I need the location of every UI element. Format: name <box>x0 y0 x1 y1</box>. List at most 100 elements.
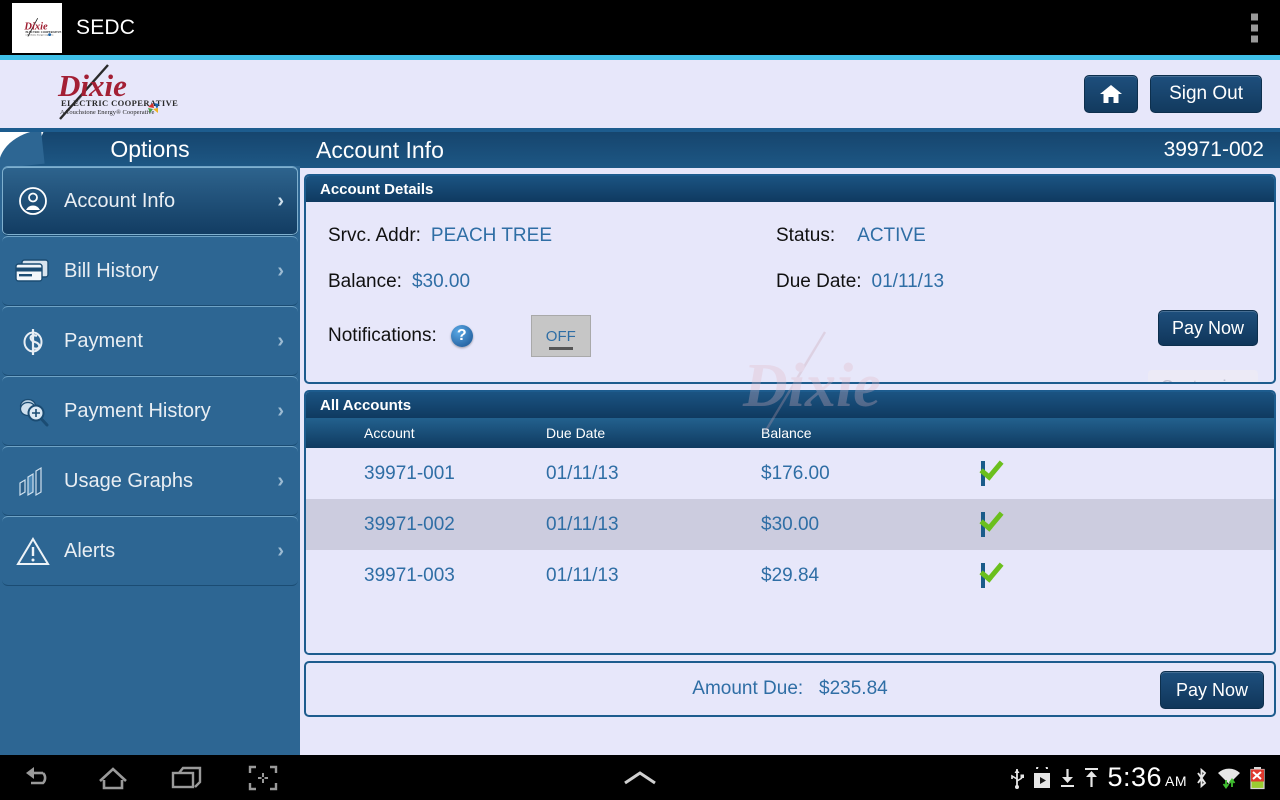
balance-value: $30.00 <box>411 271 471 292</box>
dollar-coin-icon <box>2 325 64 357</box>
row-checkbox[interactable] <box>981 562 985 588</box>
page-header: Account Info 39971-002 <box>300 132 1280 168</box>
chevron-right-icon: › <box>277 189 284 212</box>
chevron-right-icon: › <box>277 469 284 492</box>
notifications-label: Notifications: <box>328 325 437 346</box>
wifi-icon <box>1218 768 1240 789</box>
service-address-row: Srvc. Addr: PEACH TREE <box>328 216 591 256</box>
sidebar-item-bill-history[interactable]: Bill History › <box>2 236 298 306</box>
android-app-title: SEDC <box>76 15 136 39</box>
notifications-toggle[interactable]: OFF <box>530 315 591 357</box>
screenshot-icon <box>248 765 277 790</box>
amount-due-text: Amount Due: $235.84 <box>692 678 887 700</box>
chevron-right-icon: › <box>277 329 284 352</box>
row-account: 39971-002 <box>364 513 455 535</box>
android-nav-bar: 5:36 AM <box>0 755 1280 800</box>
back-arrow-icon <box>25 766 46 784</box>
android-status-bar: Dixie ELECTRIC COOPERATIVE A Touchstone … <box>0 0 1280 55</box>
sidebar-title-bar: Options <box>0 132 300 166</box>
svg-text:ELECTRIC COOPERATIVE: ELECTRIC COOPERATIVE <box>61 98 178 108</box>
download-icon <box>1061 768 1075 787</box>
status-row: Status: ACTIVE <box>776 216 944 256</box>
sidebar-item-label: Bill History <box>64 259 159 282</box>
body: Options Account Info › Bill History › Pa… <box>0 132 1280 755</box>
app-header: Dixie ELECTRIC COOPERATIVE A Touchstone … <box>0 60 1280 128</box>
customize-button: Customize <box>1148 370 1258 382</box>
table-row[interactable]: 39971-002 01/11/13 $30.00 <box>306 499 1274 550</box>
details-left-column: Srvc. Addr: PEACH TREE Balance: $30.00 N… <box>328 202 591 357</box>
table-row[interactable]: 39971-003 01/11/13 $29.84 <box>306 550 1274 601</box>
header-actions: Sign Out <box>1084 75 1262 113</box>
due-date-value: 01/11/13 <box>871 271 945 292</box>
row-due-date: 01/11/13 <box>546 564 619 586</box>
usb-icon <box>1011 768 1025 789</box>
all-accounts-panel: All Accounts Account Due Date Balance 39… <box>304 390 1276 655</box>
user-circle-icon <box>2 185 64 217</box>
svg-text:A Touchstone Energy® Cooperati: A Touchstone Energy® Cooperative <box>60 109 154 116</box>
status-value: ACTIVE <box>857 225 926 246</box>
help-icon[interactable]: ? <box>450 325 473 347</box>
credit-card-icon <box>2 256 64 286</box>
pay-now-button[interactable]: Pay Now <box>1158 310 1258 346</box>
home-button[interactable] <box>1084 75 1139 113</box>
coin-search-icon <box>2 395 64 427</box>
sidebar-item-label: Account Info <box>64 189 176 212</box>
bar-chart-icon <box>2 465 64 497</box>
details-right-column: Status: ACTIVE Due Date: 01/11/13 <box>776 202 944 302</box>
clock-ampm: AM <box>1165 773 1187 789</box>
sidebar-title: Options <box>110 136 190 162</box>
sign-out-button[interactable]: Sign Out <box>1150 75 1262 113</box>
sidebar-menu: Account Info › Bill History › Payment › … <box>0 166 300 586</box>
warning-triangle-icon <box>2 536 64 566</box>
nav-expand-chevron[interactable] <box>620 755 660 800</box>
nav-home-button[interactable] <box>75 765 150 791</box>
dixie-logo-icon: Dixie ELECTRIC COOPERATIVE A Touchstone … <box>30 63 180 126</box>
sidebar-item-alerts[interactable]: Alerts › <box>2 516 298 586</box>
upload-icon <box>1085 767 1099 787</box>
nav-recents-button[interactable] <box>150 765 225 791</box>
overflow-menu-icon[interactable] <box>1251 13 1258 42</box>
sidebar-item-label: Usage Graphs <box>64 469 193 492</box>
sidebar-item-label: Alerts <box>64 539 116 562</box>
column-header-account: Account <box>364 425 415 441</box>
row-due-date: 01/11/13 <box>546 462 619 484</box>
page-account-number: 39971-002 <box>1163 138 1264 161</box>
recents-icon <box>171 766 201 788</box>
nav-back-button[interactable] <box>0 765 75 791</box>
all-accounts-title: All Accounts <box>306 392 1274 418</box>
all-accounts-table-header: Account Due Date Balance <box>306 418 1274 448</box>
account-details-body: Srvc. Addr: PEACH TREE Balance: $30.00 N… <box>306 202 1274 382</box>
account-details-panel: Account Details Srvc. Addr: PEACH TREE B… <box>304 174 1276 384</box>
sidebar-item-usage-graphs[interactable]: Usage Graphs › <box>2 446 298 516</box>
svg-text:Dixie: Dixie <box>23 21 48 32</box>
pay-now-all-button[interactable]: Pay Now <box>1160 671 1264 709</box>
page-curl-decoration <box>0 132 51 165</box>
chevron-up-icon <box>624 770 656 784</box>
nav-screenshot-button[interactable] <box>225 764 300 792</box>
battery-icon <box>1250 766 1265 789</box>
row-checkbox[interactable] <box>981 460 985 486</box>
svg-text:ELECTRIC COOPERATIVE: ELECTRIC COOPERATIVE <box>25 30 61 33</box>
row-balance: $29.84 <box>761 564 820 586</box>
sidebar-item-account-info[interactable]: Account Info › <box>2 166 298 236</box>
amount-due-bar: Amount Due: $235.84 Pay Now <box>304 661 1276 717</box>
row-checkbox[interactable] <box>981 511 985 537</box>
page-title: Account Info <box>316 136 444 163</box>
clock-time: 5:36 <box>1107 762 1162 792</box>
home-outline-icon <box>98 766 127 789</box>
table-row[interactable]: 39971-001 01/11/13 $176.00 <box>306 448 1274 499</box>
sidebar-item-label: Payment History <box>64 399 211 422</box>
balance-row: Balance: $30.00 <box>328 262 591 302</box>
table-empty-space <box>306 601 1274 653</box>
amount-due-value: $235.84 <box>819 678 888 699</box>
sidebar-item-payment[interactable]: Payment › <box>2 306 298 376</box>
balance-label: Balance: <box>328 271 402 292</box>
sidebar-item-payment-history[interactable]: Payment History › <box>2 376 298 446</box>
bluetooth-icon <box>1197 767 1207 788</box>
due-date-label: Due Date: <box>776 271 862 292</box>
dixie-logo-small-icon: Dixie ELECTRIC COOPERATIVE A Touchstone … <box>23 17 62 36</box>
screen-root: Dixie ELECTRIC COOPERATIVE A Touchstone … <box>0 0 1280 800</box>
amount-due-label: Amount Due: <box>692 678 804 699</box>
row-balance: $30.00 <box>761 513 820 535</box>
row-account: 39971-003 <box>364 564 455 586</box>
